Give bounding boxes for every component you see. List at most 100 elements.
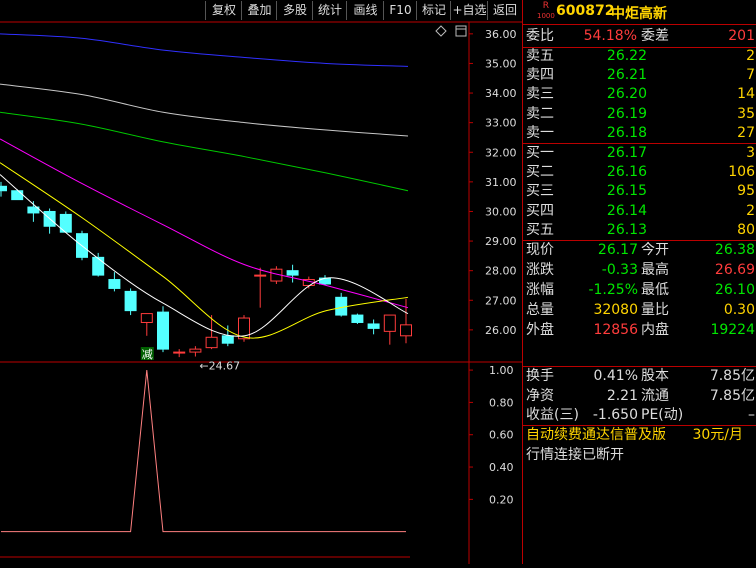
stat-label: 今开 bbox=[641, 242, 669, 258]
bid-label: 买二 bbox=[526, 164, 554, 181]
fin-value: 0.41% bbox=[593, 368, 638, 384]
toolbar-button[interactable]: +自选 bbox=[450, 1, 488, 20]
toolbar-button[interactable]: 复权 bbox=[205, 1, 242, 20]
stat-value: 26.69 bbox=[714, 262, 755, 278]
down-candle bbox=[221, 335, 234, 344]
bid-volume: 95 bbox=[737, 183, 755, 200]
up-candle bbox=[205, 336, 218, 349]
status-row: 行情连接已断开 bbox=[523, 446, 756, 465]
chart-area[interactable]: 36.00 35.00 34.00 33.00 32.00 31.00 30.00 29.00… bbox=[0, 0, 522, 564]
fin-label: 收益(三) bbox=[526, 407, 579, 423]
ask-volume: 14 bbox=[737, 86, 755, 103]
toolbar-button[interactable]: 多股 bbox=[276, 1, 313, 20]
badge-top: R bbox=[542, 1, 550, 11]
ask-volume: 35 bbox=[737, 105, 755, 122]
stat-value: 0.30 bbox=[723, 302, 755, 318]
stat-value: 12856 bbox=[593, 322, 638, 338]
bid-row[interactable]: 买四 26.14 2 bbox=[523, 202, 756, 221]
stock-code[interactable]: 600872 bbox=[556, 3, 614, 19]
y-tick-label: 1.00 bbox=[489, 364, 514, 377]
ask-volume: 27 bbox=[737, 124, 755, 141]
y-tick-label: 36.00 bbox=[485, 28, 517, 41]
y-tick-label: 31.00 bbox=[485, 176, 517, 189]
bid-price: 26.14 bbox=[606, 202, 647, 219]
fin-label: 股本 bbox=[641, 368, 669, 384]
ask-row[interactable]: 卖四 26.21 7 bbox=[523, 66, 756, 85]
down-candle bbox=[0, 185, 7, 192]
bid-label: 买五 bbox=[526, 221, 554, 238]
stat-row: 现价 26.17 今开 26.38 bbox=[523, 241, 756, 260]
stat-label: 外盘 bbox=[526, 322, 554, 338]
bid-row[interactable]: 买一 26.17 3 bbox=[523, 144, 756, 163]
bid-price: 26.13 bbox=[606, 221, 647, 238]
weicha-label: 委差 bbox=[641, 28, 669, 44]
promo-row[interactable]: 自动续费通达信普及版 30元/月 bbox=[523, 426, 756, 445]
ask-volume: 7 bbox=[746, 67, 755, 84]
toolbar-button[interactable]: 统计 bbox=[312, 1, 347, 20]
rating-badge: R 1000 bbox=[537, 1, 555, 21]
ask-price: 26.22 bbox=[606, 48, 647, 64]
bid-volume: 2 bbox=[746, 202, 755, 219]
fin-label: PE(动) bbox=[641, 407, 684, 423]
stat-row: 涨幅 -1.25% 最低 26.10 bbox=[523, 281, 756, 300]
ask-row[interactable]: 卖三 26.20 14 bbox=[523, 85, 756, 104]
ask-row[interactable]: 卖五 26.22 2 bbox=[523, 47, 756, 66]
quote-panel: R 1000 600872 中炬高新 委比 54.18% 委差 201 卖五 26… bbox=[522, 0, 756, 564]
y-tick-label: 0.40 bbox=[489, 461, 514, 474]
weibi-value: 54.18% bbox=[583, 28, 637, 44]
up-candle bbox=[173, 351, 186, 354]
bid-volume: 3 bbox=[746, 145, 755, 161]
y-tick-label: 0.60 bbox=[489, 429, 514, 442]
stat-label: 现价 bbox=[526, 242, 554, 258]
down-candle bbox=[335, 296, 348, 316]
promo-price[interactable]: 30元/月 bbox=[692, 426, 743, 445]
bid-label: 买一 bbox=[526, 145, 554, 161]
fin-row: 换手 0.41% 股本 7.85亿 bbox=[523, 367, 756, 386]
weicha-value: 201 bbox=[728, 28, 755, 44]
down-candle bbox=[124, 290, 137, 312]
ask-row[interactable]: 卖一 26.18 27 bbox=[523, 124, 756, 143]
stat-value: -1.25% bbox=[588, 282, 638, 298]
weibi-label: 委比 bbox=[526, 28, 554, 44]
stat-row: 涨跌 -0.33 最高 26.69 bbox=[523, 261, 756, 280]
bid-row[interactable]: 买二 26.16 106 bbox=[523, 163, 756, 182]
down-candle bbox=[351, 314, 364, 323]
ask-price: 26.19 bbox=[606, 105, 647, 122]
bid-label: 买四 bbox=[526, 202, 554, 219]
up-candle bbox=[189, 348, 202, 353]
kline-chart[interactable]: 36.00 35.00 34.00 33.00 32.00 31.00 30.00 29.00… bbox=[0, 0, 522, 564]
promo-text[interactable]: 自动续费通达信普及版 bbox=[526, 426, 666, 445]
fin-value: 7.85亿 bbox=[709, 368, 755, 384]
y-tick-label: 33.00 bbox=[485, 117, 517, 130]
bid-price: 26.17 bbox=[606, 145, 647, 161]
y-tick-label: 35.00 bbox=[485, 57, 517, 70]
low-price-annotation: ←24.67 bbox=[199, 360, 240, 373]
y-tick-label: 34.00 bbox=[485, 87, 517, 100]
stat-value: 32080 bbox=[593, 302, 638, 318]
stock-name[interactable]: 中炬高新 bbox=[611, 3, 667, 23]
toolbar-button[interactable]: F10 bbox=[383, 1, 417, 20]
ask-row[interactable]: 卖二 26.19 35 bbox=[523, 105, 756, 124]
fin-value: – bbox=[748, 407, 755, 423]
maximize-icon[interactable] bbox=[455, 25, 467, 37]
stat-label: 量比 bbox=[641, 302, 669, 318]
bid-row[interactable]: 买三 26.15 95 bbox=[523, 182, 756, 201]
stock-header: R 1000 600872 中炬高新 bbox=[523, 0, 756, 25]
fin-row: 净资 2.21 流通 7.85亿 bbox=[523, 387, 756, 406]
stat-label: 总量 bbox=[526, 302, 554, 318]
bid-row[interactable]: 买五 26.13 80 bbox=[523, 221, 756, 240]
toolbar-button[interactable]: 返回 bbox=[487, 1, 522, 20]
toolbar-button[interactable]: 画线 bbox=[346, 1, 384, 20]
bid-label: 买三 bbox=[526, 183, 554, 200]
toolbar-button[interactable]: 标记 bbox=[416, 1, 451, 20]
fin-value: -1.650 bbox=[592, 407, 638, 423]
toolbar-button[interactable]: 叠加 bbox=[241, 1, 277, 20]
badge-bottom: 1000 bbox=[537, 12, 555, 20]
stat-value: 26.10 bbox=[714, 282, 755, 298]
diamond-icon[interactable] bbox=[435, 25, 447, 37]
down-candle bbox=[367, 323, 380, 329]
ask-label: 卖五 bbox=[526, 48, 554, 64]
stat-label: 涨跌 bbox=[526, 262, 554, 278]
up-candle bbox=[400, 324, 412, 337]
stat-label: 最低 bbox=[641, 282, 669, 298]
